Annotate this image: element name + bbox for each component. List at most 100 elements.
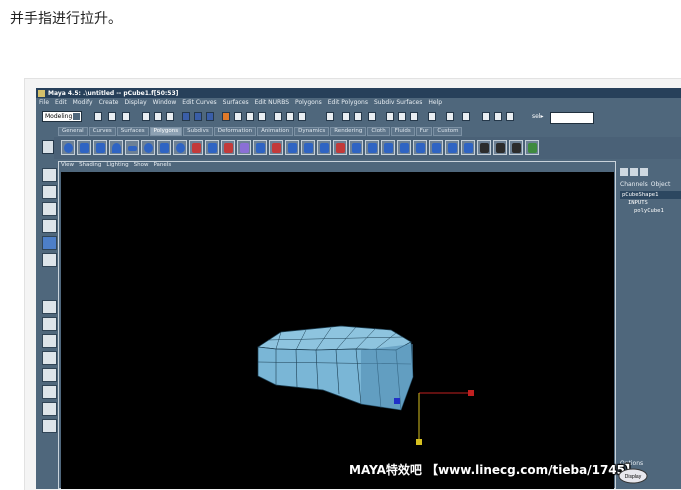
move-tool-icon[interactable]	[42, 219, 57, 233]
menu-file[interactable]: File	[39, 99, 49, 108]
single-view-icon[interactable]	[42, 300, 57, 314]
select-component-icon[interactable]	[166, 112, 174, 121]
attribute-editor-icon[interactable]	[640, 168, 648, 176]
tab-custom[interactable]: Custom	[433, 127, 463, 136]
open-scene-icon[interactable]	[108, 112, 116, 121]
tab-cloth[interactable]: Cloth	[367, 127, 390, 136]
poly-helix-icon[interactable]	[157, 140, 171, 155]
panel-menu-view[interactable]: View	[61, 162, 74, 171]
poly-boolean-union-icon[interactable]	[205, 140, 219, 155]
mode-select[interactable]: Modeling	[42, 111, 82, 122]
component-face-icon[interactable]	[206, 112, 214, 121]
toggle-attr-icon[interactable]	[398, 112, 406, 121]
poly-cube-icon[interactable]	[77, 140, 91, 155]
script-editor-icon[interactable]	[42, 419, 57, 433]
hypershade-icon[interactable]	[42, 402, 57, 416]
poly-sphere-icon[interactable]	[61, 140, 75, 155]
snap-grid-icon[interactable]	[222, 112, 230, 121]
scale-tool-icon[interactable]	[42, 253, 57, 267]
poly-mirror-icon[interactable]	[253, 140, 267, 155]
poly-boolean-intersect-icon[interactable]	[237, 140, 251, 155]
menu-window[interactable]: Window	[153, 99, 177, 108]
uv-checker-1-icon[interactable]	[477, 140, 491, 155]
tab-subdivs[interactable]: Subdivs	[183, 127, 213, 136]
poly-extrude-face-icon[interactable]	[349, 140, 363, 155]
tab-general[interactable]: General	[58, 127, 88, 136]
uv-checker-2-icon[interactable]	[493, 140, 507, 155]
history-icon[interactable]	[274, 112, 282, 121]
menu-edit-nurbs[interactable]: Edit NURBS	[255, 99, 289, 108]
select-tool-icon[interactable]	[42, 168, 57, 182]
menu-modify[interactable]: Modify	[73, 99, 93, 108]
render-icon[interactable]	[286, 112, 294, 121]
title-bar[interactable]: Maya 4.5: .\untitled -- pCube1.f[50:53]	[36, 88, 681, 98]
poly-split-icon[interactable]	[397, 140, 411, 155]
hypershade-open-icon[interactable]	[506, 112, 514, 121]
panel-menu-lighting[interactable]: Lighting	[106, 162, 128, 171]
persp-graph-icon[interactable]	[42, 385, 57, 399]
snap-curve-icon[interactable]	[234, 112, 242, 121]
help-icon[interactable]	[368, 112, 376, 121]
poly-fill-hole-icon[interactable]	[333, 140, 347, 155]
poly-boolean-diff-icon[interactable]	[221, 140, 235, 155]
toggle-channel-icon[interactable]	[410, 112, 418, 121]
shelf-menu-button[interactable]	[42, 140, 54, 154]
tab-deformation[interactable]: Deformation	[213, 127, 257, 136]
menu-edit-polygons[interactable]: Edit Polygons	[328, 99, 368, 108]
uv-checker-3-icon[interactable]	[509, 140, 523, 155]
poly-reduce-icon[interactable]	[285, 140, 299, 155]
poly-quadrangulate-icon[interactable]	[317, 140, 331, 155]
cb-shape-node[interactable]: pCubeShape1	[620, 191, 681, 199]
layer-editor-icon[interactable]	[630, 168, 638, 176]
persp-outliner-icon[interactable]	[42, 368, 57, 382]
menu-subdiv-surfaces[interactable]: Subdiv Surfaces	[374, 99, 422, 108]
select-hierarchy-icon[interactable]	[142, 112, 150, 121]
quick-select-input[interactable]	[550, 112, 594, 124]
tab-dynamics[interactable]: Dynamics	[294, 127, 330, 136]
tab-polygons[interactable]: Polygons	[149, 127, 183, 136]
poly-cylinder-icon[interactable]	[93, 140, 107, 155]
history-off-icon[interactable]	[354, 112, 362, 121]
select-object-icon[interactable]	[154, 112, 162, 121]
poly-separate-icon[interactable]	[189, 140, 203, 155]
poly-bevel-icon[interactable]	[381, 140, 395, 155]
component-point-icon[interactable]	[182, 112, 190, 121]
tab-curves[interactable]: Curves	[88, 127, 116, 136]
render-view-icon[interactable]	[462, 112, 470, 121]
render-globals-icon[interactable]	[326, 112, 334, 121]
channel-box-icon[interactable]	[620, 168, 628, 176]
tab-channels[interactable]: Channels	[620, 181, 648, 188]
stacked-view-icon[interactable]	[42, 351, 57, 365]
tab-rendering[interactable]: Rendering	[330, 127, 367, 136]
perspective-viewport[interactable]	[61, 172, 614, 489]
panel-menu-panels[interactable]: Panels	[153, 162, 171, 171]
four-view-icon[interactable]	[42, 317, 57, 331]
tab-fluids[interactable]: Fluids	[390, 127, 415, 136]
lasso-tool-icon[interactable]	[42, 185, 57, 199]
poly-mesh[interactable]	[256, 325, 474, 445]
poly-merge-icon[interactable]	[461, 140, 475, 155]
rotate-tool-icon[interactable]	[42, 236, 57, 250]
new-scene-icon[interactable]	[94, 112, 102, 121]
poly-smooth-icon[interactable]	[269, 140, 283, 155]
tab-object[interactable]: Object	[651, 181, 671, 188]
poly-subdivide-icon[interactable]	[429, 140, 443, 155]
panel-menu-show[interactable]: Show	[134, 162, 149, 171]
tab-surfaces[interactable]: Surfaces	[116, 127, 149, 136]
paint-select-icon[interactable]	[42, 202, 57, 216]
menu-edit-curves[interactable]: Edit Curves	[182, 99, 216, 108]
menu-edit[interactable]: Edit	[55, 99, 67, 108]
menu-polygons[interactable]: Polygons	[295, 99, 322, 108]
uv-checker-4-icon[interactable]	[525, 140, 539, 155]
ipr-render-icon[interactable]	[298, 112, 306, 121]
clapper-icon[interactable]	[446, 112, 454, 121]
snap-plane-icon[interactable]	[258, 112, 266, 121]
menu-display[interactable]: Display	[125, 99, 147, 108]
poly-cone-icon[interactable]	[109, 140, 123, 155]
cb-input-node[interactable]: polyCube1	[620, 207, 681, 215]
film-icon[interactable]	[482, 112, 490, 121]
poly-plane-icon[interactable]	[125, 140, 139, 155]
side-by-side-icon[interactable]	[42, 334, 57, 348]
snap-point-icon[interactable]	[246, 112, 254, 121]
save-scene-icon[interactable]	[122, 112, 130, 121]
